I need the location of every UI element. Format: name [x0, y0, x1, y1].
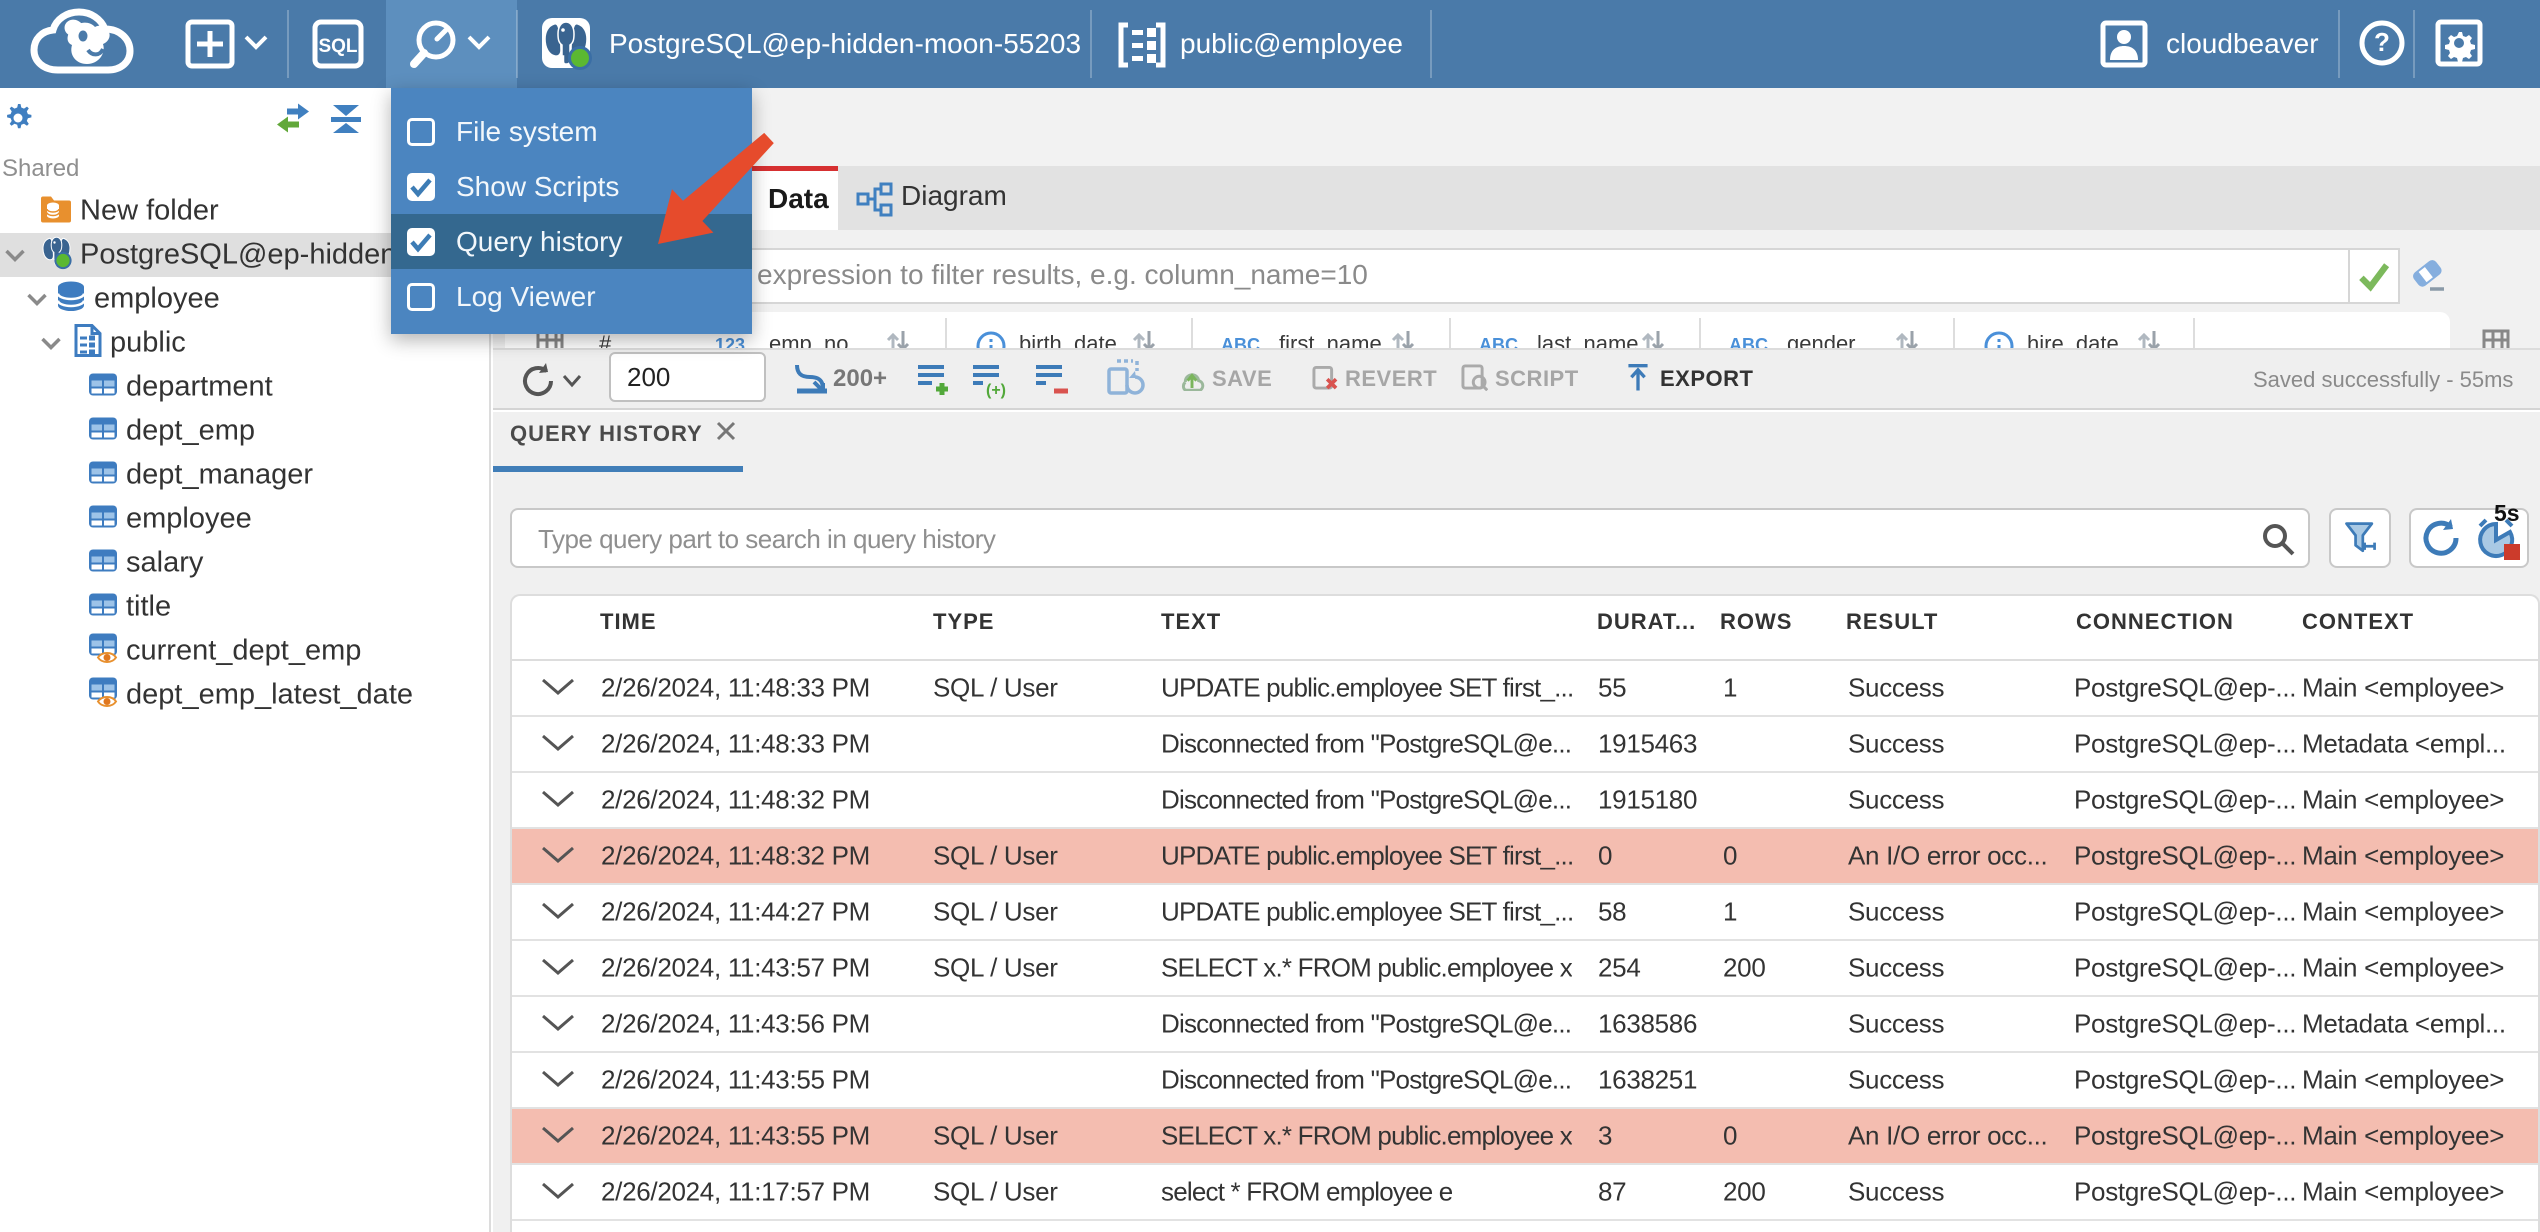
- svg-text:(+): (+): [986, 382, 1006, 399]
- svg-text:?: ?: [2374, 27, 2390, 57]
- svg-text:SQL: SQL: [318, 36, 357, 57]
